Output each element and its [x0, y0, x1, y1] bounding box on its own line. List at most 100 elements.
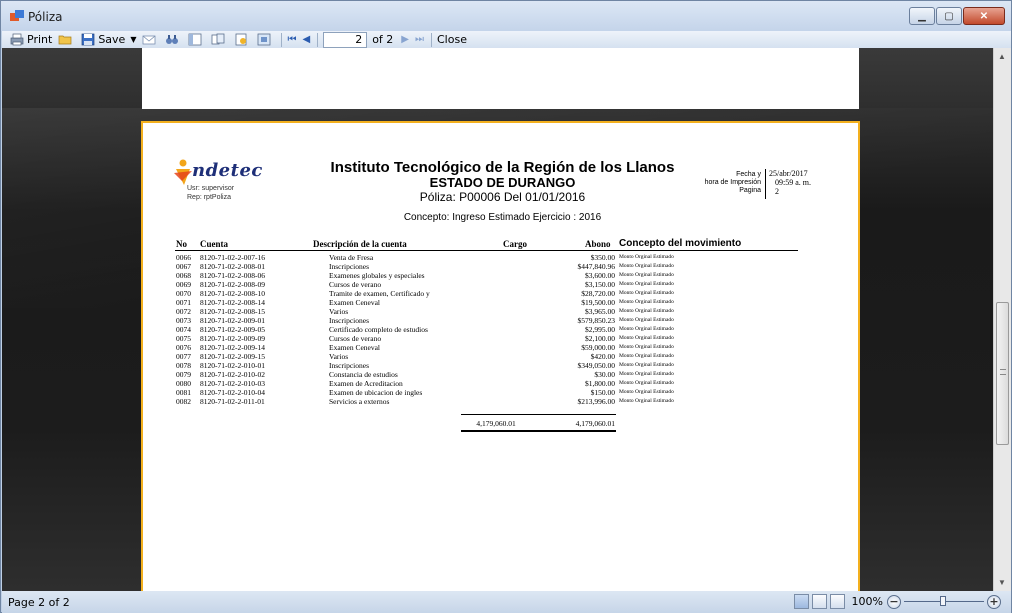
- print-date-values: 25/abr/2017 09:59 a. m. 2: [765, 169, 811, 199]
- binoculars-icon: [165, 33, 179, 46]
- row-descripcion: Cursos de verano: [329, 280, 382, 289]
- row-descripcion: Examen Ceneval: [329, 298, 381, 307]
- document-map-icon: [188, 33, 202, 46]
- row-cuenta: 8120-71-02-2-010-02: [200, 370, 265, 379]
- page-number-input[interactable]: 2: [323, 31, 368, 48]
- close-window-button[interactable]: ✕: [963, 7, 1005, 25]
- envelope-icon: [142, 33, 156, 46]
- table-row: 0073 8120-71-02-2-009-01 Inscripciones $579…: [175, 316, 798, 325]
- row-abono: $3,150.00: [585, 280, 615, 289]
- maximize-button[interactable]: ▢: [936, 7, 962, 25]
- row-abono: $349,050.00: [577, 361, 616, 370]
- parameters-button[interactable]: [257, 33, 274, 46]
- row-cuenta: 8120-71-02-2-009-05: [200, 325, 265, 334]
- row-cuenta: 8120-71-02-2-008-10: [200, 289, 265, 298]
- toolbar-separator: [431, 32, 432, 47]
- row-descripcion: Tramite de examen, Certificado y: [329, 289, 430, 298]
- zoom-slider[interactable]: [904, 596, 984, 606]
- find-button[interactable]: [165, 33, 182, 46]
- table-row: 0078 8120-71-02-2-010-01 Inscripciones $349…: [175, 361, 798, 370]
- row-no: 0068: [176, 271, 191, 280]
- thumbnails-button[interactable]: [211, 33, 228, 46]
- toolbar-separator: [281, 32, 283, 47]
- vertical-scrollbar[interactable]: ▲ ▼: [993, 48, 1011, 591]
- row-concepto: Monto Orginal Estimado: [619, 362, 674, 368]
- report-viewer-window: Póliza ▁ ▢ ✕ Print Save ▼ ⏮ ◀ 2 of 2 ▶ ⏭…: [0, 0, 1012, 613]
- page-width-button[interactable]: [811, 594, 827, 609]
- header-descripcion: Descripción de la cuenta: [313, 239, 407, 249]
- row-concepto: Monto Orginal Estimado: [619, 254, 674, 260]
- zoom-in-icon[interactable]: +: [987, 594, 1001, 609]
- status-bar: Page 2 of 2 100% − +: [2, 591, 1011, 613]
- row-cuenta: 8120-71-02-2-009-09: [200, 334, 265, 343]
- thumbnails-icon: [211, 33, 225, 46]
- row-cuenta: 8120-71-02-2-010-03: [200, 379, 265, 388]
- folder-icon: [58, 33, 72, 46]
- minimize-button[interactable]: ▁: [909, 7, 935, 25]
- row-cuenta: 8120-71-02-2-009-01: [200, 316, 265, 325]
- table-row: 0071 8120-71-02-2-008-14 Examen Ceneval $19…: [175, 298, 798, 307]
- table-body: 0066 8120-71-02-2-007-16 Venta de Fresa $35…: [175, 253, 798, 406]
- table-row: 0068 8120-71-02-2-008-06 Examenes globales…: [175, 271, 798, 280]
- totals-top-rule: [461, 414, 616, 415]
- row-abono: $1,800.00: [585, 379, 615, 388]
- header-no: No: [176, 239, 187, 249]
- row-cuenta: 8120-71-02-2-009-15: [200, 352, 265, 361]
- save-dropdown-icon[interactable]: ▼: [130, 35, 136, 44]
- open-button[interactable]: [58, 33, 75, 46]
- next-page-icon[interactable]: ▶: [401, 34, 409, 45]
- row-concepto: Monto Orginal Estimado: [619, 263, 674, 269]
- email-button[interactable]: [142, 33, 159, 46]
- row-concepto: Monto Orginal Estimado: [619, 380, 674, 386]
- scrollbar-thumb[interactable]: [996, 302, 1009, 445]
- zoom-out-icon[interactable]: −: [887, 594, 901, 609]
- zoom-slider-knob[interactable]: [940, 596, 946, 606]
- row-cuenta: 8120-71-02-2-010-04: [200, 388, 265, 397]
- title-bar: Póliza ▁ ▢ ✕: [1, 1, 1011, 31]
- row-no: 0067: [176, 262, 191, 271]
- row-concepto: Monto Orginal Estimado: [619, 344, 674, 350]
- row-abono: $30.00: [594, 370, 615, 379]
- row-no: 0075: [176, 334, 191, 343]
- first-page-icon[interactable]: ⏮: [287, 34, 296, 45]
- scroll-down-icon[interactable]: ▼: [998, 578, 1006, 587]
- row-no: 0081: [176, 388, 191, 397]
- row-concepto: Monto Orginal Estimado: [619, 299, 674, 305]
- floppy-disk-icon: [81, 33, 95, 46]
- row-no: 0066: [176, 253, 191, 262]
- save-button[interactable]: Save ▼: [81, 33, 136, 46]
- previous-page-icon[interactable]: ◀: [302, 34, 310, 45]
- row-cuenta: 8120-71-02-2-007-16: [200, 253, 265, 262]
- toolbar-separator: [317, 32, 319, 47]
- row-descripcion: Examen Ceneval: [329, 343, 381, 352]
- printer-icon: [10, 33, 24, 46]
- print-button[interactable]: Print: [10, 33, 52, 46]
- row-abono: $150.00: [590, 388, 615, 397]
- table-row: 0081 8120-71-02-2-010-04 Examen de ubicaci…: [175, 388, 798, 397]
- row-abono: $213,996.00: [577, 397, 616, 406]
- row-concepto: Monto Orginal Estimado: [619, 290, 674, 296]
- print-label: Print: [27, 33, 53, 46]
- document-map-button[interactable]: [188, 33, 205, 46]
- row-concepto: Monto Orginal Estimado: [619, 308, 674, 314]
- row-concepto: Monto Orginal Estimado: [619, 335, 674, 341]
- row-concepto: Monto Orginal Estimado: [619, 371, 674, 377]
- row-descripcion: Varios: [329, 307, 349, 316]
- report-canvas[interactable]: ndetec Usr: supervisor Rep: rptPoliza In…: [2, 48, 994, 591]
- row-abono: $59,000.00: [581, 343, 615, 352]
- row-descripcion: Examen de ubicacion de ingles: [329, 388, 423, 397]
- row-descripcion: Inscripciones: [329, 316, 369, 325]
- close-icon: ✕: [979, 10, 989, 22]
- table-row: 0079 8120-71-02-2-010-02 Constancia de est…: [175, 370, 798, 379]
- table-header: No Cuenta Descripción de la cuenta Cargo…: [175, 238, 798, 251]
- last-page-icon[interactable]: ⏭: [415, 34, 424, 45]
- row-cuenta: 8120-71-02-2-008-06: [200, 271, 265, 280]
- print-layout-button[interactable]: [793, 594, 809, 609]
- whole-page-button[interactable]: [829, 594, 845, 609]
- scroll-up-icon[interactable]: ▲: [998, 52, 1006, 61]
- row-abono: $3,965.00: [585, 307, 615, 316]
- row-cuenta: 8120-71-02-2-009-14: [200, 343, 265, 352]
- table-row: 0075 8120-71-02-2-009-09 Cursos de verano $…: [175, 334, 798, 343]
- page-setup-button[interactable]: [234, 33, 251, 46]
- close-button[interactable]: Close: [437, 33, 467, 46]
